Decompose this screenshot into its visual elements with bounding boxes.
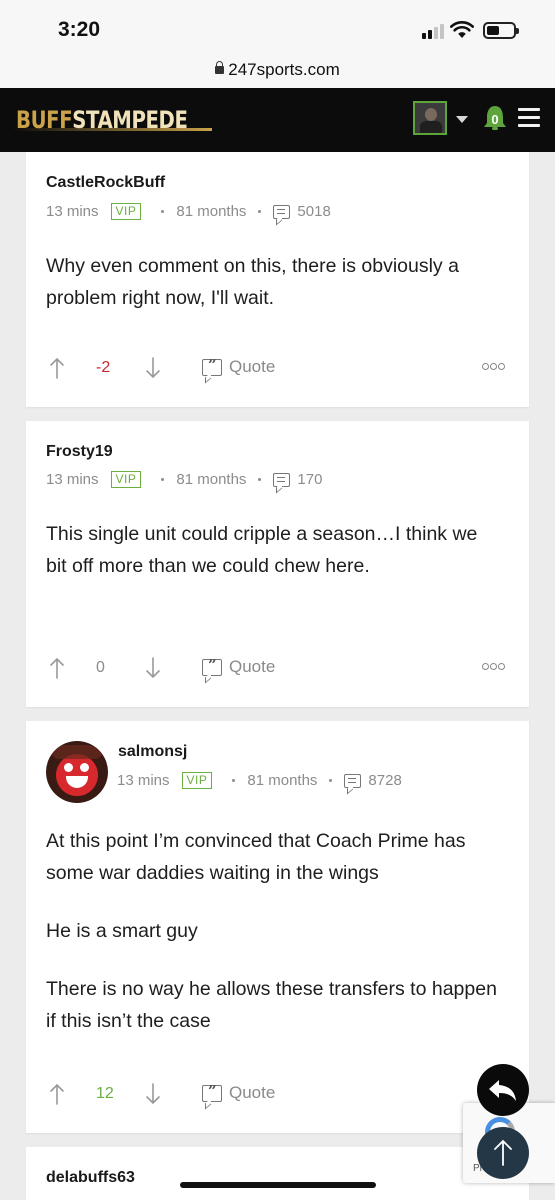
separator-dot <box>329 779 333 782</box>
quote-icon[interactable] <box>202 656 222 676</box>
separator-dot <box>258 478 262 481</box>
post-meta: 13 mins VIP 81 months 8728 <box>117 772 402 789</box>
separator-dot <box>161 478 165 481</box>
post-card: delabuffs63 <box>26 1147 529 1200</box>
posts-count-icon <box>344 773 362 788</box>
quote-button[interactable]: Quote <box>229 1083 275 1103</box>
post-actions: 0 Quote <box>26 656 529 686</box>
post-paragraph: At this point I’m convinced that Coach P… <box>46 830 466 884</box>
reply-icon <box>489 1080 516 1101</box>
post-username[interactable]: Frosty19 <box>46 443 113 461</box>
account-avatar-button[interactable] <box>413 101 447 135</box>
post-body: At this point I’m convinced that Coach P… <box>46 825 511 1063</box>
vip-badge: VIP <box>110 203 142 220</box>
post-paragraph: This single unit could cripple a season…… <box>46 523 478 577</box>
logo-swoosh <box>12 128 212 131</box>
post-actions: 12 Quote <box>26 1082 529 1112</box>
quote-icon[interactable] <box>202 356 222 376</box>
more-options-icon[interactable] <box>482 363 505 370</box>
post-time: 13 mins <box>117 772 170 789</box>
signal-icon <box>422 24 444 39</box>
post-actions: -2 Quote <box>26 356 529 386</box>
site-header: BUFFSTAMPEDE <box>0 88 555 152</box>
post-body: This single unit could cripple a season…… <box>46 518 486 608</box>
vip-badge: VIP <box>110 471 142 488</box>
url-text[interactable]: 247sports.com <box>215 60 340 79</box>
post-paragraph: Why even comment on this, there is obvio… <box>46 255 459 309</box>
vote-score: -2 <box>96 359 111 376</box>
reply-button[interactable] <box>477 1064 529 1116</box>
post-count[interactable]: 5018 <box>297 203 330 220</box>
quote-button[interactable]: Quote <box>229 357 275 377</box>
chevron-down-icon[interactable] <box>456 116 468 123</box>
upvote-arrow-icon[interactable] <box>48 656 66 680</box>
post-paragraph: He is a smart guy <box>46 920 198 942</box>
quote-button[interactable]: Quote <box>229 657 275 677</box>
post-username[interactable]: CastleRockBuff <box>46 174 165 192</box>
lock-icon <box>215 61 225 74</box>
home-indicator[interactable] <box>180 1182 376 1188</box>
downvote-arrow-icon[interactable] <box>144 356 162 380</box>
vote-score: 12 <box>96 1085 114 1102</box>
post-body: Why even comment on this, there is obvio… <box>46 250 496 340</box>
status-time: 3:20 <box>58 18 101 41</box>
post-card: Frosty19 13 mins VIP 81 months 170 This … <box>26 421 529 707</box>
quote-icon[interactable] <box>202 1082 222 1102</box>
post-paragraph: There is no way he allows these transfer… <box>46 978 497 1032</box>
post-count[interactable]: 8728 <box>368 772 401 789</box>
vip-badge: VIP <box>181 772 213 789</box>
post-count[interactable]: 170 <box>297 471 322 488</box>
menu-icon[interactable] <box>518 108 540 132</box>
upvote-arrow-icon[interactable] <box>48 356 66 380</box>
scroll-to-top-button[interactable] <box>477 1127 529 1179</box>
member-tenure: 81 months <box>176 471 247 488</box>
address-bar[interactable]: 247sports.com <box>0 56 555 88</box>
post-meta: 13 mins VIP 81 months 170 <box>46 471 322 488</box>
status-bar: 3:20 <box>0 0 555 56</box>
wifi-icon <box>450 21 474 38</box>
post-time: 13 mins <box>46 471 99 488</box>
upvote-arrow-icon[interactable] <box>48 1082 66 1106</box>
posts-count-icon <box>273 204 291 219</box>
separator-dot <box>258 210 262 213</box>
arrow-up-icon <box>494 1139 512 1166</box>
member-tenure: 81 months <box>176 203 247 220</box>
vote-score: 0 <box>96 659 105 676</box>
downvote-arrow-icon[interactable] <box>144 656 162 680</box>
user-avatar[interactable] <box>46 741 108 803</box>
separator-dot <box>232 779 236 782</box>
downvote-arrow-icon[interactable] <box>144 1082 162 1106</box>
post-card: CastleRockBuff 13 mins VIP 81 months 501… <box>26 152 529 407</box>
post-meta: 13 mins VIP 81 months 5018 <box>46 203 331 220</box>
post-card: salmonsj 13 mins VIP 81 months 8728 At t… <box>26 721 529 1133</box>
notification-count: 0 <box>491 112 499 127</box>
post-username[interactable]: salmonsj <box>118 743 187 761</box>
member-tenure: 81 months <box>247 772 318 789</box>
separator-dot <box>161 210 165 213</box>
post-time: 13 mins <box>46 203 99 220</box>
post-username[interactable]: delabuffs63 <box>46 1169 135 1187</box>
more-options-icon[interactable] <box>482 663 505 670</box>
url-label: 247sports.com <box>228 60 340 79</box>
battery-icon <box>483 22 519 39</box>
posts-count-icon <box>273 472 291 487</box>
